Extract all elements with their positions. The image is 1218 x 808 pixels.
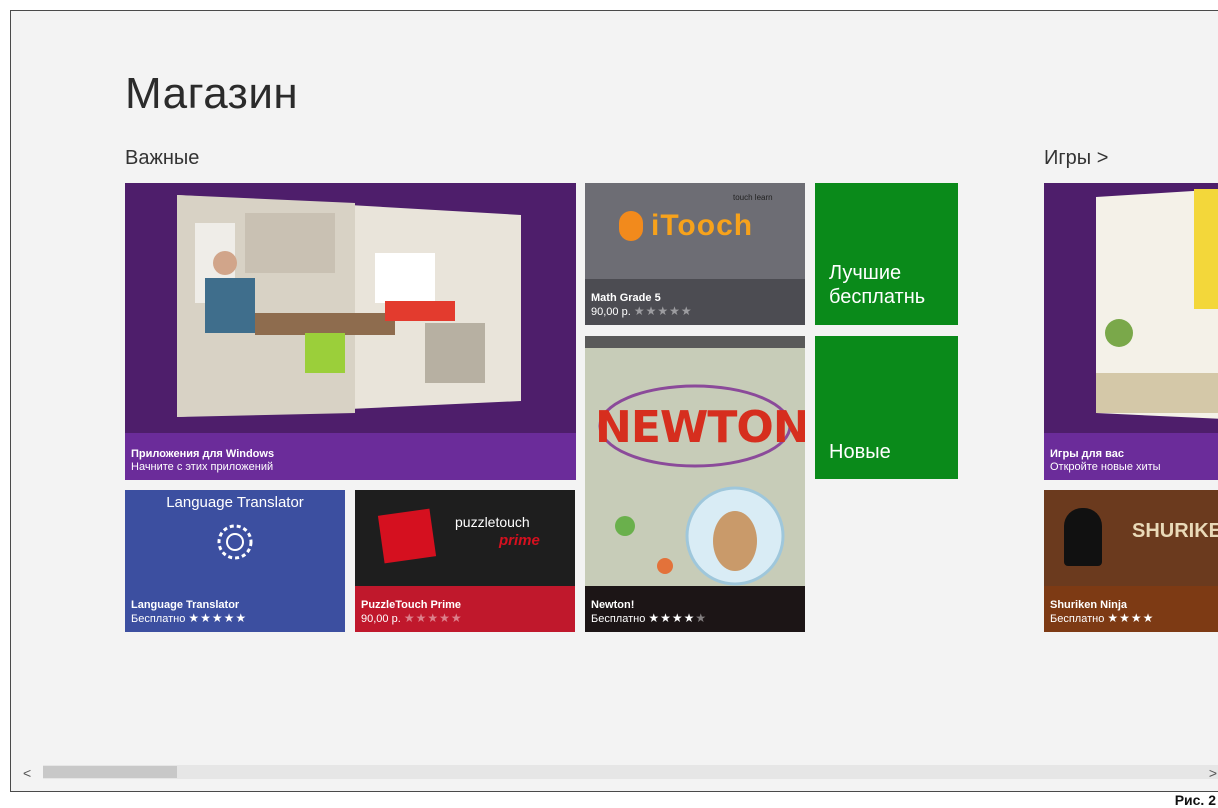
owl-icon [619, 211, 643, 241]
shuriken-art: SHURIKE [1132, 520, 1218, 542]
tile-new[interactable]: Новые [815, 336, 958, 479]
puzzle-logo-line1: puzzletouch [455, 514, 530, 530]
page-title: Магазин [125, 69, 299, 118]
tile-windows-apps[interactable]: Приложения для Windows Начните с этих пр… [125, 183, 576, 480]
tile-subtitle: Начните с этих приложений [131, 461, 274, 473]
games-photo [1096, 189, 1218, 419]
tile-puzzletouch-prime[interactable]: puzzletouch prime PuzzleTouch Prime 90,0… [355, 490, 575, 632]
new-label: Новые [829, 441, 891, 463]
tile-language-translator[interactable]: Language Translator Language Translator … [125, 490, 345, 632]
tile-price: Бесплатно [1050, 613, 1105, 625]
featured-photo [177, 195, 521, 417]
tile-windows-apps-label: Приложения для Windows Начните с этих пр… [131, 448, 274, 474]
rating-stars: ★★★★★ [633, 304, 693, 318]
tile-title: Приложения для Windows [131, 448, 275, 460]
tile-price: Бесплатно [591, 613, 646, 625]
puzzle-logo-line2: prime [499, 532, 540, 549]
scroll-right-arrow[interactable]: > [1209, 765, 1217, 781]
newton-art [585, 336, 805, 586]
tile-language-label: Language Translator Бесплатно ★★★★★ [131, 599, 247, 626]
tile-shuriken-label: Shuriken Ninja Бесплатно ★★★★ [1050, 599, 1154, 626]
rating-stars-empty: ★ [695, 611, 708, 625]
tile-subtitle: Откройте новые хиты [1050, 461, 1161, 473]
tile-price: Бесплатно [131, 613, 186, 625]
tile-shuriken-ninja[interactable]: SHURIKE Shuriken Ninja Бесплатно ★★★★ [1044, 490, 1218, 632]
store-window: Магазин Важные Игры > Приложения для Win… [10, 10, 1218, 792]
section-title-featured[interactable]: Важные [125, 147, 199, 170]
tile-games-for-you[interactable]: Игры для вас Откройте новые хиты [1044, 183, 1218, 480]
puzzle-piece-icon [377, 508, 437, 564]
section-title-games[interactable]: Игры > [1044, 147, 1108, 170]
tile-best-free[interactable]: Лучшие бесплатнь [815, 183, 958, 325]
ninja-figure-icon [1064, 508, 1102, 566]
tile-math-label: Math Grade 5 90,00 р. ★★★★★ [591, 292, 693, 319]
people-circle-icon [217, 524, 253, 560]
scroll-left-arrow[interactable]: < [23, 765, 31, 781]
rating-stars: ★★★★ [648, 611, 696, 625]
tile-price: 90,00 р. [361, 613, 401, 625]
newton-title-art: NEWTON [595, 402, 805, 453]
tile-price: 90,00 р. [591, 306, 631, 318]
scrollbar-thumb[interactable] [43, 766, 177, 778]
best-free-line1: Лучшие [829, 262, 902, 284]
tile-games-label: Игры для вас Откройте новые хиты [1050, 448, 1161, 474]
language-header: Language Translator [166, 494, 304, 511]
tile-puzzle-label: PuzzleTouch Prime 90,00 р. ★★★★★ [361, 599, 463, 626]
rating-stars: ★★★★★ [188, 611, 248, 625]
best-free-line2: бесплатнь [829, 286, 926, 308]
math-logo: iTooch [651, 209, 754, 242]
tile-math-grade-5[interactable]: touch learn iTooch Math Grade 5 90,00 р.… [585, 183, 805, 325]
rating-stars: ★★★★★ [403, 611, 463, 625]
tile-title: Игры для вас [1050, 448, 1124, 460]
rating-stars: ★★★★ [1107, 611, 1155, 625]
horizontal-scrollbar[interactable] [43, 765, 1218, 779]
tile-newton-label: Newton! Бесплатно ★★★★★ [591, 599, 707, 626]
math-logo-sub: touch learn [733, 193, 773, 202]
tile-newton[interactable]: NEWTON Newton! Бесплатно ★★★★★ [585, 336, 805, 632]
